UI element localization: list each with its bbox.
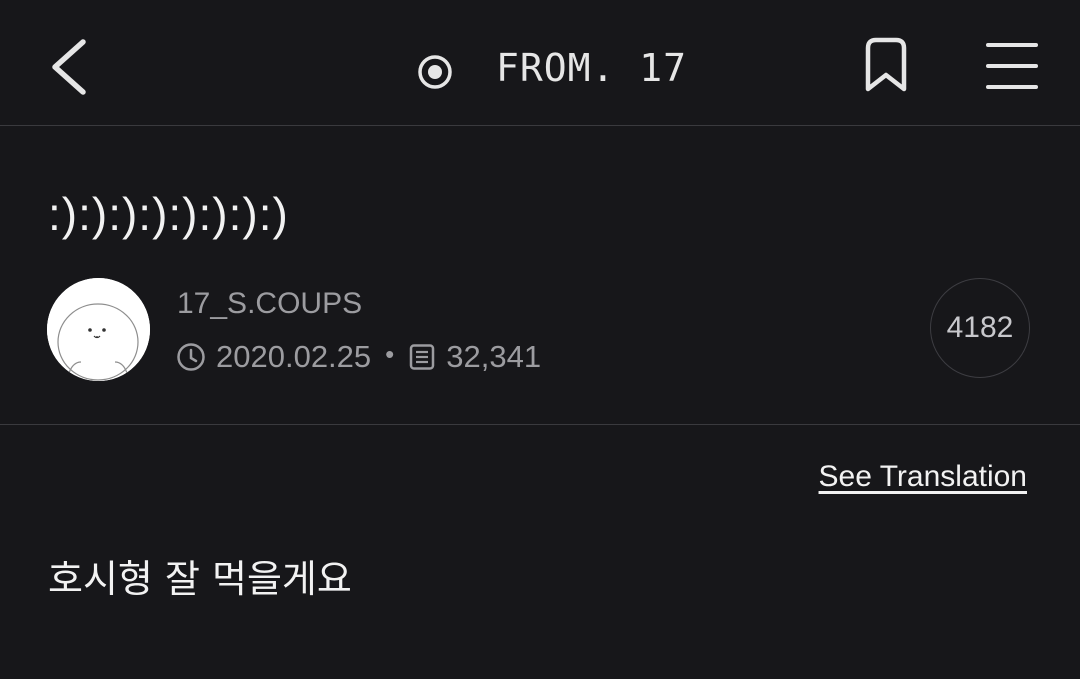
header-title-group: FROM. 17 [410, 40, 687, 96]
author-name[interactable]: 17_S.COUPS [177, 287, 362, 321]
post-body-text: 호시형 잘 먹을게요 [48, 557, 352, 601]
post-screen: FROM. 17 :):):):):):):):) 17_S.COUPS 202… [0, 0, 1080, 679]
radio-dot-icon [418, 55, 452, 89]
post-header: :):):):):):):):) 17_S.COUPS 2020.02.25 • [0, 127, 1080, 425]
see-translation-link[interactable]: See Translation [819, 460, 1027, 494]
bookmark-button[interactable] [856, 34, 916, 98]
clock-icon [177, 343, 205, 371]
hamburger-menu-icon [986, 43, 1038, 89]
meta-separator: • [385, 338, 395, 369]
post-date: 2020.02.25 [216, 339, 372, 374]
post-title: :):):):):):):):) [48, 188, 289, 240]
back-button[interactable] [40, 30, 100, 100]
page-title: FROM. 17 [496, 46, 688, 90]
menu-button[interactable] [980, 38, 1044, 94]
view-count: 32,341 [446, 339, 542, 374]
bookmark-icon [865, 37, 907, 92]
post-meta: 2020.02.25 • 32,341 [176, 339, 541, 375]
seal-avatar-icon [47, 278, 150, 381]
chevron-left-icon [52, 39, 86, 95]
comment-count-badge[interactable]: 4182 [930, 278, 1030, 378]
avatar[interactable] [47, 278, 150, 381]
top-bar: FROM. 17 [0, 0, 1080, 126]
document-icon [410, 344, 435, 370]
